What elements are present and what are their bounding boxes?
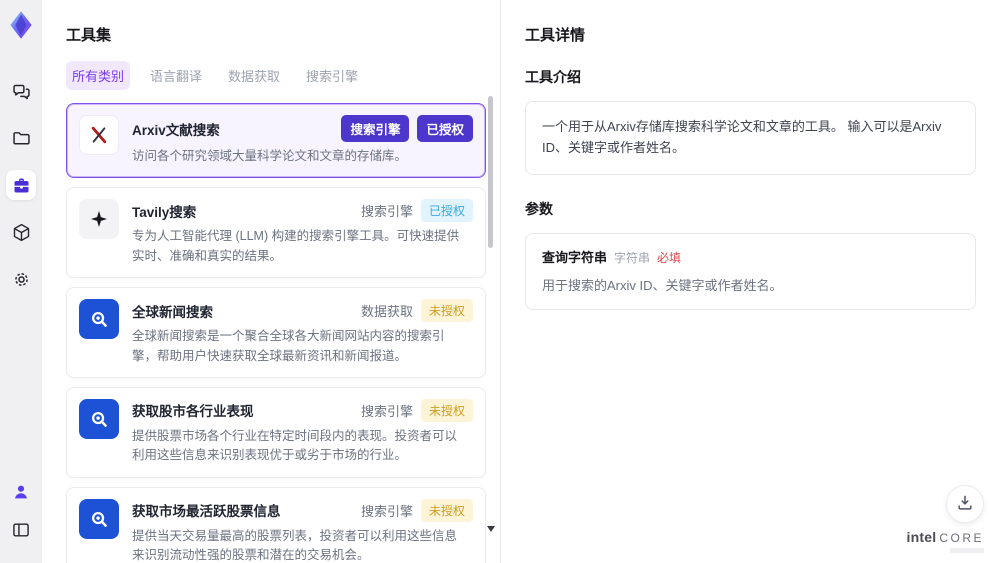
tool-card[interactable]: 获取市场最活跃股票信息 搜索引擎 未授权 提供当天交易量最高的股票列表，投资者可…: [66, 486, 486, 563]
params-heading: 参数: [525, 200, 553, 217]
param-box: 查询字符串 字符串 必填 用于搜索的Arxiv ID、关键字或作者姓名。: [525, 232, 976, 310]
tool-status-badge: 未授权: [420, 498, 473, 522]
app-logo-gem-icon: [5, 8, 37, 42]
param-head: 查询字符串 字符串 必填: [542, 247, 959, 266]
tool-description: 提供当天交易量最高的股票列表，投资者可以利用这些信息来识别流动性强的股票和潜在的…: [132, 528, 458, 562]
brand-secondary: CORE: [939, 531, 984, 545]
tool-name: 全球新闻搜索: [132, 304, 213, 320]
toolset-tab[interactable]: 语言翻译: [144, 61, 208, 90]
toolbox-icon[interactable]: [6, 170, 36, 200]
chat-icon[interactable]: [6, 76, 36, 106]
folder-icon[interactable]: [6, 123, 36, 153]
tool-category-badge: 搜索引擎: [360, 503, 413, 519]
toolset-tabs: 所有类别 语言翻译 数据获取 搜索引擎: [66, 61, 486, 90]
tool-description: 专为人工智能代理 (LLM) 构建的搜索引擎工具。可快速提供实时、准确和真实的结…: [132, 229, 460, 263]
param-required-badge: 必填: [657, 250, 682, 265]
brand-primary: intel: [906, 529, 937, 545]
toolset-tab[interactable]: 搜索引擎: [300, 61, 364, 90]
icon-rail: [0, 0, 42, 563]
search-blue-icon: [79, 299, 119, 340]
tool-status-badge: 已授权: [420, 199, 473, 223]
tool-status-badge: 未授权: [420, 398, 473, 422]
tool-card[interactable]: 全球新闻搜索 数据获取 未授权 全球新闻搜索是一个聚合全球各大新闻网站内容的搜索…: [66, 287, 486, 378]
scrollbar-thumb[interactable]: [488, 96, 493, 248]
download-icon: [955, 493, 975, 516]
intro-text-box: 一个用于从Arxiv存储库搜索科学论文和文章的工具。 输入可以是Arxiv ID…: [525, 101, 976, 175]
user-avatar-icon[interactable]: [6, 477, 36, 507]
detail-title: 工具详情: [525, 27, 586, 44]
tool-description: 访问各个研究领域大量科学论文和文章的存储库。: [132, 149, 408, 163]
arxiv-icon: [79, 115, 119, 155]
app-window: 工具集 所有类别 语言翻译 数据获取 搜索引擎 Arxiv文献搜索 搜索引擎 已授权 …: [0, 0, 1000, 563]
tool-list: Arxiv文献搜索 搜索引擎 已授权 访问各个研究领域大量科学论文和文章的存储库…: [66, 103, 486, 563]
toolset-pane: 工具集 所有类别 语言翻译 数据获取 搜索引擎 Arxiv文献搜索 搜索引擎 已授权 …: [42, 0, 500, 563]
sparkle-icon: [79, 199, 119, 240]
tool-description: 提供股票市场各个行业在特定时间段内的表现。投资者可以利用这些信息来识别表现优于或…: [132, 428, 458, 463]
tool-name: 获取股市各行业表现: [132, 404, 254, 420]
settings-gear-icon[interactable]: [6, 264, 36, 294]
tool-category-badge: 搜索引擎: [341, 115, 410, 142]
scrollbar[interactable]: [487, 72, 495, 534]
scroll-down-arrow-icon[interactable]: [487, 526, 495, 532]
search-blue-icon: [79, 498, 119, 539]
tool-card[interactable]: Arxiv文献搜索 搜索引擎 已授权 访问各个研究领域大量科学论文和文章的存储库…: [66, 103, 486, 179]
toolset-title: 工具集: [66, 27, 112, 44]
intel-core-logo: intel CORE: [907, 530, 984, 553]
download-button[interactable]: [946, 485, 984, 523]
tool-description: 全球新闻搜索是一个聚合全球各大新闻网站内容的搜索引擎，帮助用户快速获取全球最新资…: [132, 329, 445, 363]
package-icon[interactable]: [6, 217, 36, 247]
tool-name: Tavily搜索: [132, 204, 197, 220]
tool-name: 获取市场最活跃股票信息: [132, 504, 281, 520]
param-desc: 用于搜索的Arxiv ID、关键字或作者姓名。: [542, 277, 783, 293]
main-area: 工具集 所有类别 语言翻译 数据获取 搜索引擎 Arxiv文献搜索 搜索引擎 已授权 …: [42, 0, 1000, 563]
intro-heading: 工具介绍: [525, 69, 581, 85]
param-type: 字符串: [614, 250, 651, 265]
brand-watermark: [950, 548, 984, 553]
search-blue-icon: [79, 398, 119, 439]
tool-category-badge: 搜索引擎: [360, 403, 413, 419]
tool-name: Arxiv文献搜索: [132, 122, 220, 138]
collapse-panel-icon[interactable]: [6, 515, 36, 545]
tool-category-badge: 数据获取: [360, 304, 413, 320]
tool-card[interactable]: 获取股市各行业表现 搜索引擎 未授权 提供股票市场各个行业在特定时间段内的表现。…: [66, 386, 486, 478]
tool-status-badge: 未授权: [420, 299, 473, 323]
tool-detail-pane: 工具详情 工具介绍 一个用于从Arxiv存储库搜索科学论文和文章的工具。 输入可…: [500, 0, 1000, 563]
param-name: 查询字符串: [542, 249, 608, 265]
tool-status-badge: 已授权: [417, 115, 473, 142]
toolset-tab[interactable]: 数据获取: [222, 61, 286, 90]
toolset-tab[interactable]: 所有类别: [66, 61, 131, 90]
tool-category-badge: 搜索引擎: [360, 204, 413, 220]
tool-card[interactable]: Tavily搜索 搜索引擎 已授权 专为人工智能代理 (LLM) 构建的搜索引擎…: [66, 187, 486, 279]
